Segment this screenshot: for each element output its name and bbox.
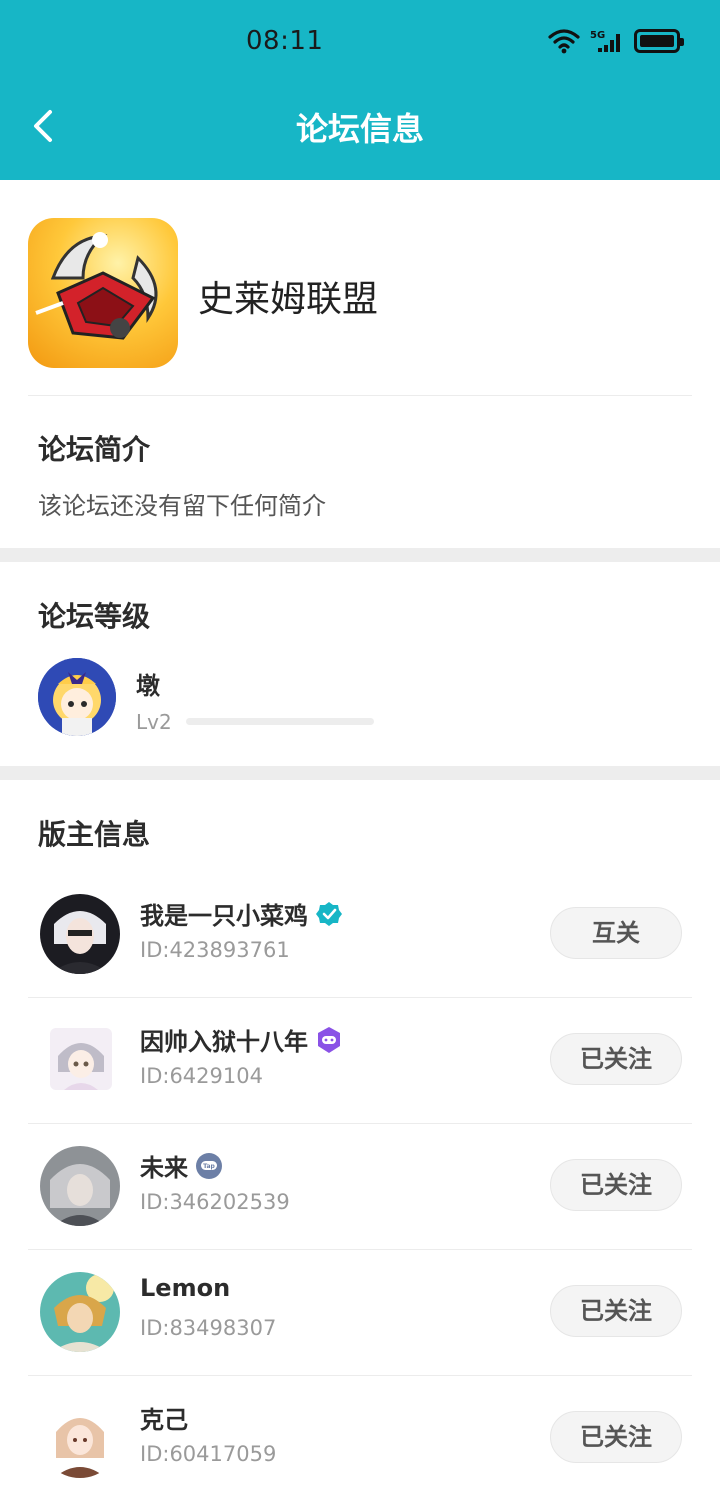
tap-badge-icon: Tap — [196, 1152, 222, 1179]
status-time: 08:11 — [246, 26, 324, 56]
moderator-row[interactable]: 未来 Tap ID:346202539 已关注 — [0, 1124, 720, 1250]
moderator-avatar[interactable] — [40, 1272, 120, 1352]
moderator-avatar[interactable] — [40, 894, 120, 974]
following-button[interactable]: 已关注 — [550, 1285, 682, 1337]
following-button[interactable]: 已关注 — [550, 1033, 682, 1085]
moderator-name: 未来 Tap — [140, 1148, 222, 1183]
moderator-id: ID:83498307 — [140, 1316, 277, 1340]
level-user-name: 墩 — [136, 672, 160, 700]
moderator-name: 克己 — [140, 1400, 188, 1435]
intro-section-title: 论坛简介 — [38, 433, 151, 466]
moderator-id: ID:6429104 — [140, 1064, 263, 1088]
svg-text:5G: 5G — [590, 30, 605, 41]
gamepad-badge-icon — [318, 1026, 340, 1053]
moderator-name: Lemon — [140, 1274, 230, 1302]
signal-5g-icon: 5G — [590, 30, 620, 52]
moderator-avatar[interactable] — [40, 1146, 120, 1226]
moderator-row[interactable]: 因帅入狱十八年 ID:6429104 已关注 — [0, 998, 720, 1124]
top-bar: 08:11 5G 论坛信息 — [0, 0, 720, 180]
moderator-name-text: Lemon — [140, 1274, 231, 1302]
moderator-name: 我是一只小菜鸡 — [140, 896, 342, 931]
moderator-row[interactable]: 克己 ID:60417059 已关注 — [0, 1376, 720, 1485]
moderator-name-text: 我是一只小菜鸡 — [140, 902, 308, 930]
moderator-name-text: 克己 — [140, 1406, 188, 1434]
wifi-icon — [548, 29, 580, 54]
moderator-id: ID:346202539 — [140, 1190, 290, 1214]
page-title: 论坛信息 — [295, 110, 424, 148]
following-button[interactable]: 已关注 — [550, 1411, 682, 1463]
level-section-title: 论坛等级 — [38, 600, 151, 633]
moderator-name-text: 未来 — [140, 1154, 188, 1182]
svg-text:Tap: Tap — [203, 1163, 215, 1170]
moderator-id: ID:423893761 — [140, 938, 290, 962]
moderator-name: 因帅入狱十八年 — [140, 1022, 342, 1057]
status-icons: 5G — [548, 28, 684, 54]
moderator-name-text: 因帅入狱十八年 — [140, 1028, 308, 1056]
forum-logo — [28, 218, 178, 368]
level-progress-bar — [186, 718, 374, 725]
forum-header: 史莱姆联盟 — [0, 180, 720, 396]
level-text: Lv2 — [136, 710, 172, 734]
section-separator — [0, 766, 720, 780]
moderator-id: ID:60417059 — [140, 1442, 277, 1466]
forum-name: 史莱姆联盟 — [198, 279, 379, 320]
moderator-avatar[interactable] — [50, 1028, 112, 1090]
following-button[interactable]: 已关注 — [550, 1159, 682, 1211]
moderator-avatar[interactable] — [40, 1398, 120, 1478]
moderator-row[interactable]: Lemon ID:83498307 已关注 — [0, 1250, 720, 1376]
verified-icon — [316, 901, 342, 926]
intro-text: 该论坛还没有留下任何简介 — [38, 492, 326, 520]
mutual-follow-button[interactable]: 互关 — [550, 907, 682, 959]
battery-icon — [634, 29, 684, 53]
moderators-section-title: 版主信息 — [38, 818, 151, 851]
divider — [28, 395, 692, 396]
moderator-row[interactable]: 我是一只小菜鸡 ID:423893761 互关 — [0, 872, 720, 998]
level-avatar — [38, 658, 116, 736]
section-separator — [0, 548, 720, 562]
